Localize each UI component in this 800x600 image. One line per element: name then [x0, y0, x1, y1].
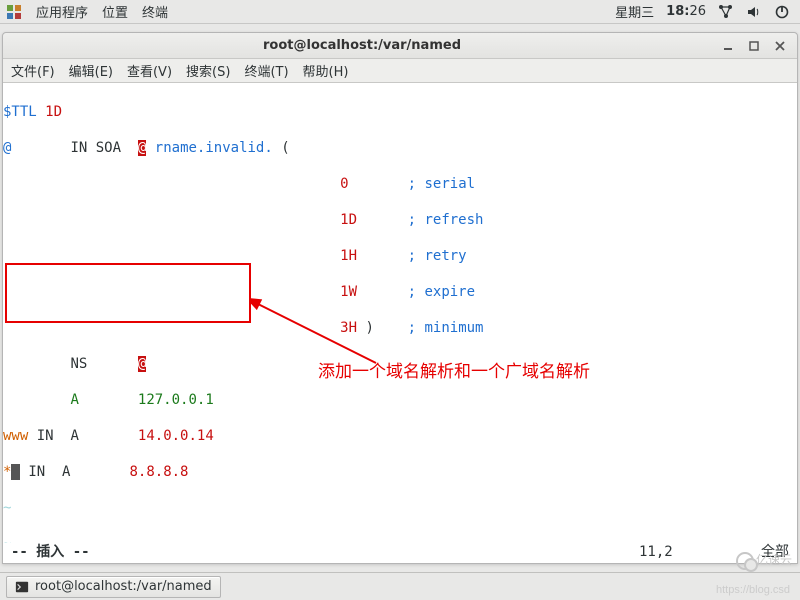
- close-button[interactable]: [773, 39, 787, 53]
- expire-value: 1W: [340, 284, 357, 300]
- terminal-icon: [15, 580, 29, 594]
- semi: ;: [408, 320, 416, 336]
- yisu-watermark: 亿速云: [736, 551, 792, 570]
- menu-terminal[interactable]: 终端(T): [244, 61, 288, 80]
- expire-comment: expire: [424, 284, 475, 300]
- taskbar-entry-label: root@localhost:/var/named: [35, 579, 212, 594]
- menu-terminal[interactable]: 终端: [142, 2, 168, 21]
- vim-mode: -- 插入 --: [11, 543, 90, 563]
- menu-places[interactable]: 位置: [102, 2, 128, 21]
- activities-icon: [6, 4, 22, 20]
- clock-day: 星期三: [615, 2, 654, 21]
- soa-rname: rname.invalid.: [155, 140, 273, 156]
- vim-tilde: ~: [3, 499, 797, 517]
- a-value-1: 127.0.0.1: [138, 392, 214, 408]
- semi: ;: [408, 176, 416, 192]
- soa-mname: @: [138, 140, 146, 156]
- in-class: IN: [37, 428, 54, 444]
- watermark-text: https://blog.csd: [716, 584, 790, 596]
- minimum-comment: minimum: [424, 320, 483, 336]
- terminal-body[interactable]: $TTL 1D @ IN SOA @ rname.invalid. ( 0 ; …: [3, 83, 797, 563]
- minimum-value: 3H: [340, 320, 357, 336]
- ttl-value: 1D: [45, 104, 62, 120]
- network-icon[interactable]: [718, 4, 734, 20]
- soa-type: SOA: [96, 140, 121, 156]
- gnome-taskbar: root@localhost:/var/named https://blog.c…: [0, 572, 800, 600]
- menu-file[interactable]: 文件(F): [11, 61, 55, 80]
- volume-icon[interactable]: [746, 4, 762, 20]
- ns-type: NS: [70, 356, 87, 372]
- clock-time: 18:26: [666, 4, 706, 19]
- minimize-button[interactable]: [721, 39, 735, 53]
- refresh-comment: refresh: [424, 212, 483, 228]
- window-title: root@localhost:/var/named: [3, 38, 721, 53]
- menu-search[interactable]: 搜索(S): [186, 61, 230, 80]
- retry-value: 1H: [340, 248, 357, 264]
- semi: ;: [408, 284, 416, 300]
- a-value-3: 8.8.8.8: [129, 464, 188, 480]
- www-host: www: [3, 428, 28, 444]
- power-icon[interactable]: [774, 4, 790, 20]
- refresh-value: 1D: [340, 212, 357, 228]
- in-class: IN: [70, 140, 87, 156]
- terminal-window: root@localhost:/var/named 文件(F) 编辑(E) 查看…: [2, 32, 798, 564]
- a-value-2: 14.0.0.14: [138, 428, 214, 444]
- ns-value: @: [138, 356, 146, 372]
- terminal-menubar: 文件(F) 编辑(E) 查看(V) 搜索(S) 终端(T) 帮助(H): [3, 59, 797, 83]
- origin-at: @: [3, 140, 11, 156]
- window-titlebar[interactable]: root@localhost:/var/named: [3, 33, 797, 59]
- annotation-text: 添加一个域名解析和一个广域名解析: [318, 363, 590, 381]
- maximize-button[interactable]: [747, 39, 761, 53]
- cursor: [11, 464, 19, 480]
- a-type: A: [62, 464, 70, 480]
- taskbar-entry-terminal[interactable]: root@localhost:/var/named: [6, 576, 221, 598]
- paren-open: (: [281, 140, 289, 156]
- paren-close: ): [365, 320, 373, 336]
- in-class: IN: [28, 464, 45, 480]
- menu-view[interactable]: 查看(V): [127, 61, 172, 80]
- vim-statusbar: -- 插入 -- 11,2 全部: [3, 543, 797, 563]
- menu-applications[interactable]: 应用程序: [36, 2, 88, 21]
- serial-comment: serial: [424, 176, 475, 192]
- a-type: A: [70, 392, 78, 408]
- menu-edit[interactable]: 编辑(E): [69, 61, 113, 80]
- a-type: A: [70, 428, 78, 444]
- menu-help[interactable]: 帮助(H): [303, 61, 349, 80]
- retry-comment: retry: [424, 248, 466, 264]
- semi: ;: [408, 248, 416, 264]
- ttl-keyword: $TTL: [3, 104, 37, 120]
- vim-position: 11,2: [639, 543, 739, 563]
- serial-value: 0: [340, 176, 348, 192]
- semi: ;: [408, 212, 416, 228]
- gnome-top-panel: 应用程序 位置 终端 星期三 18:26: [0, 0, 800, 24]
